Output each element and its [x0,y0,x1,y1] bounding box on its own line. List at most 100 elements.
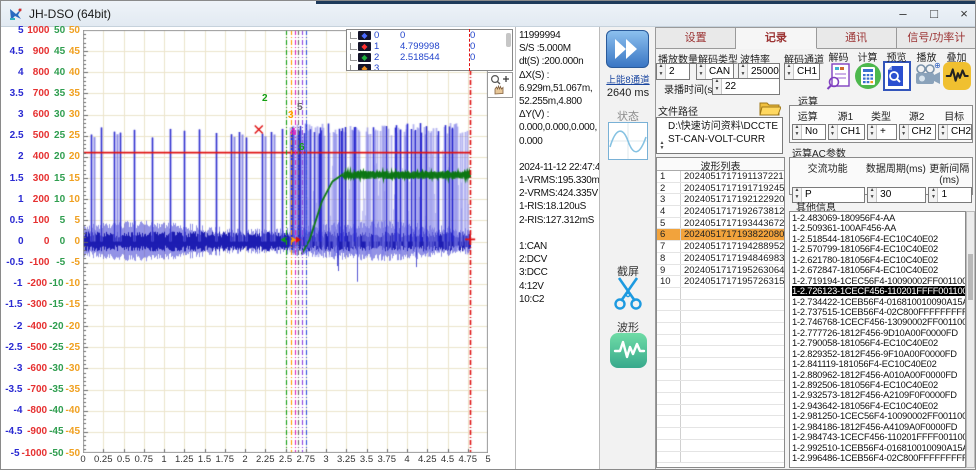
waveform-list-row[interactable] [657,452,784,464]
waveform-list-row[interactable] [657,405,784,417]
waveform-list-row[interactable]: 32024051717192122920.j [657,194,784,206]
other-info-row[interactable]: 1-2.892506-181056F4-EC10C40E02 [790,380,965,390]
waveform-list-row[interactable] [657,440,784,452]
record-time-value[interactable]: 22 [722,79,779,94]
status-waveform-thumbnail[interactable] [608,122,648,160]
other-info-row[interactable]: 1-2.509361-100AF456-AA [790,223,965,233]
spinner-arrows-icon[interactable]: ▲▼ [868,188,877,202]
waveform-list-row[interactable]: 42024051717192673812.j [657,206,784,218]
legend-row[interactable]: ◆14.7999980 [347,41,512,52]
spinner-arrows-icon[interactable]: ▲▼ [658,141,666,151]
other-info-row[interactable]: 1-2.841119-181056F4-EC10C40E02 [790,359,965,369]
baud-rate-value[interactable]: 250000 [748,64,779,79]
waveform-list-row[interactable]: 92024051717195263064.j [657,265,784,277]
combo-value[interactable]: 1 [938,188,971,202]
legend-scrollbar[interactable] [506,33,511,47]
waveform-list-row[interactable]: 102024051717195726315.j [657,276,784,288]
other-info-row[interactable]: 1-2.621780-181056F4-EC10C40E02 [790,255,965,265]
play-button[interactable]: 播放 ⊕ [912,49,941,93]
spinner-arrows-icon[interactable]: ▲▼ [713,79,722,94]
other-info-row[interactable]: 1-2.734422-1CEB56F4-016810010090A15A [790,297,965,307]
other-info-list[interactable]: 1-2.483069-180956F4-AA1-2.509361-100AF45… [789,211,966,468]
waveform-list-row[interactable]: 62024051717193822080.j [657,229,784,241]
play-count-spinner[interactable]: ▲▼2 [656,63,690,80]
legend-row[interactable]: ◆000 [347,30,512,41]
combo-value[interactable]: CH2 [909,125,935,139]
legend-row[interactable]: ◆22.5185440 [347,52,512,63]
other-info-row[interactable]: 1-2.726123-1CECF456-110201FFFF001100 [790,286,965,296]
spinner-arrows-icon[interactable]: ▲▼ [697,64,706,79]
plot-zoom-toolbox[interactable] [487,72,513,98]
maximize-button[interactable]: □ [917,3,951,25]
combo-spinner[interactable]: ▲▼30 [867,187,926,203]
combo-spinner[interactable]: ▲▼+ [867,124,897,140]
waveform-list-row[interactable] [657,323,784,335]
record-time-spinner[interactable]: ▲▼22 [712,78,780,95]
calculate-button[interactable]: 计算 [853,49,882,93]
combo-spinner[interactable]: ▲▼No [792,124,826,140]
decode-channel-spinner[interactable]: ▲▼CH1 [784,63,820,80]
waveform-list-row[interactable] [657,381,784,393]
other-info-row[interactable]: 1-2.932573-1812F456-A2109F0F0000FD [790,390,965,400]
combo-spinner[interactable]: ▲▼CH2 [938,124,972,140]
decode-channel-value[interactable]: CH1 [794,64,819,79]
waveform-plot-canvas[interactable] [83,30,488,453]
other-info-row[interactable]: 1-2.518544-181056F4-EC10C40E02 [790,234,965,244]
other-info-row[interactable]: 1-2.737515-1CEB56F4-02C800FFFFFFFFFF [790,307,965,317]
other-info-row[interactable]: 1-2.996486-1CEB56F4-02C800FFFFFFFFFF [790,453,965,463]
minimize-button[interactable]: – [886,3,920,25]
other-info-row[interactable]: 1-2.719194-1CEC56F4-10090002FF001100 [790,276,965,286]
waveform-list-row[interactable]: 82024051717194846983.j [657,253,784,265]
tab-signal-power[interactable]: 信号/功率计 [897,27,976,49]
combo-value[interactable]: 30 [877,188,925,202]
other-info-row[interactable]: 1-2.672847-181056F4-EC10C40E02 [790,265,965,275]
combo-spinner[interactable]: ▲▼CH1 [828,124,865,140]
waveform-list-row[interactable]: 12024051717191137221.j [657,171,784,183]
combo-value[interactable]: CH2 [948,125,971,139]
overlay-button[interactable]: 叠加 [942,49,971,93]
spinner-arrows-icon[interactable]: ▲▼ [739,64,748,79]
waveform-button[interactable] [610,333,647,368]
other-info-row[interactable]: 1-2.984743-1CECF456-110201FFFF001100 [790,432,965,442]
waveform-list-row[interactable] [657,335,784,347]
other-info-row[interactable]: 1-2.829352-1812F456-9F10A00F0000FD [790,349,965,359]
waveform-list-row[interactable] [657,358,784,370]
other-info-row[interactable]: 1-2.483069-180956F4-AA [790,213,965,223]
waveform-list-row[interactable] [657,288,784,300]
combo-spinner[interactable]: ▲▼1 [928,187,972,203]
open-folder-icon[interactable] [759,100,781,116]
other-info-row[interactable]: 1-2.880962-1812F456-A010A00F0000FD [790,370,965,380]
combo-spinner[interactable]: ▲▼CH2 [899,124,936,140]
spinner-arrows-icon[interactable]: ▲▼ [829,125,838,139]
waveform-list-row[interactable] [657,428,784,440]
waveform-list-row[interactable]: 72024051717194288952.j [657,241,784,253]
waveform-list-row[interactable]: 52024051717193443672.j [657,218,784,230]
other-info-row[interactable]: 1-2.943642-181056F4-EC10C40E02 [790,401,965,411]
spinner-arrows-icon[interactable]: ▲▼ [657,64,666,79]
tab-comm[interactable]: 通讯 [817,27,897,49]
combo-value[interactable]: + [877,125,896,139]
other-info-row[interactable]: 1-2.984186-1812F456-A4109A0F0000FD [790,422,965,432]
waveform-list-row[interactable] [657,311,784,323]
file-path-box[interactable]: D:\快速访问资料\DCCTEST-CAN-VOLT-CURR ▲▼ [656,117,783,154]
scrollbar-thumb[interactable] [968,254,973,300]
screenshot-button[interactable] [612,275,644,316]
other-info-row[interactable]: 1-2.992510-1CEB56F4-016810010090A15A [790,443,965,453]
close-button[interactable]: × [947,3,976,25]
other-info-row[interactable]: 1-2.746768-1CECF456-13090002FF001100 [790,317,965,327]
channel-legend[interactable]: ◆000◆14.7999980◆22.5185440◆3 [346,29,513,71]
waveform-list-row[interactable]: 22024051717191719245.j [657,183,784,195]
fast-forward-button[interactable] [606,30,649,68]
waveform-list-row[interactable] [657,370,784,382]
other-info-row[interactable]: 1-2.981250-1CEC56F4-10090002FF001100 [790,411,965,421]
spinner-arrows-icon[interactable]: ▲▼ [868,125,877,139]
other-info-row[interactable]: 1-2.777726-1812F456-9D10A00F0000FD [790,328,965,338]
tab-record[interactable]: 记录 [736,27,816,49]
waveform-list-row[interactable] [657,416,784,428]
waveform-list-row[interactable] [657,300,784,312]
other-info-row[interactable]: 1-2.570799-181056F4-EC10C40E02 [790,244,965,254]
combo-value[interactable]: CH1 [838,125,864,139]
decode-button[interactable]: 解码 [824,49,853,93]
spinner-arrows-icon[interactable]: ▲▼ [929,188,938,202]
other-info-row[interactable]: 1-2.790058-181056F4-EC10C40E02 [790,338,965,348]
